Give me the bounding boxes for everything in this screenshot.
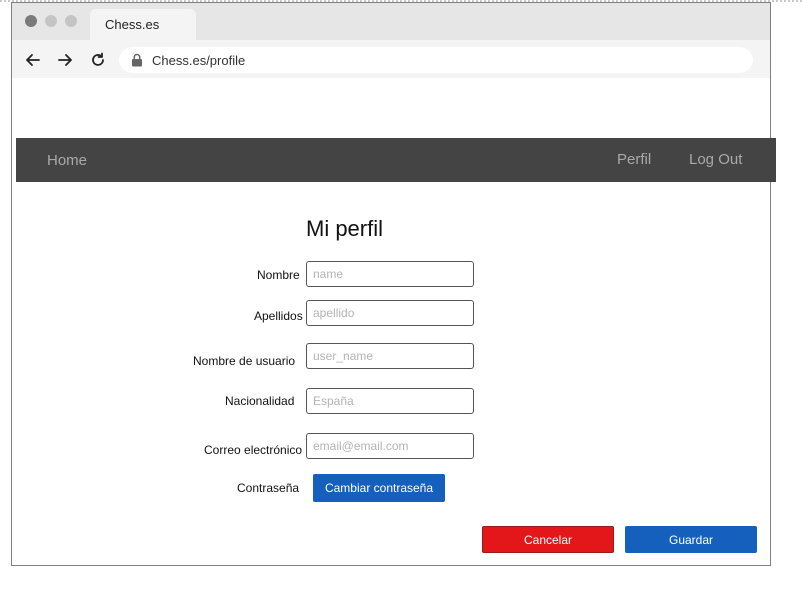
surname-label: Apellidos xyxy=(254,309,303,323)
url-text: Chess.es/profile xyxy=(152,53,246,68)
email-input[interactable] xyxy=(306,433,474,459)
address-bar[interactable]: Chess.es/profile xyxy=(119,47,753,73)
browser-toolbar: Chess.es/profile xyxy=(12,40,770,78)
tab-title: Chess.es xyxy=(105,17,160,32)
page-title: Mi perfil xyxy=(306,216,384,241)
password-label: Contraseña xyxy=(237,481,300,495)
window-minimize-dot[interactable] xyxy=(45,15,57,27)
window-close-dot[interactable] xyxy=(25,15,37,27)
site-navbar: Home Perfil Log Out xyxy=(16,138,776,182)
nav-profile-link[interactable]: Perfil xyxy=(617,151,651,168)
username-label: Nombre de usuario xyxy=(193,354,296,368)
nationality-label: Nacionalidad xyxy=(225,394,295,408)
window-maximize-dot[interactable] xyxy=(65,15,77,27)
lock-icon xyxy=(131,53,143,67)
email-label: Correo electrónico xyxy=(204,443,303,457)
name-label: Nombre xyxy=(257,268,300,282)
save-button[interactable]: Guardar xyxy=(625,526,757,553)
username-input[interactable] xyxy=(306,343,474,369)
browser-tab[interactable]: Chess.es xyxy=(90,9,196,40)
nationality-input[interactable] xyxy=(306,388,474,414)
back-arrow-icon[interactable] xyxy=(24,51,42,69)
nav-logout-link[interactable]: Log Out xyxy=(689,151,742,168)
forward-arrow-icon[interactable] xyxy=(56,51,74,69)
cancel-button[interactable]: Cancelar xyxy=(482,526,614,553)
name-input[interactable] xyxy=(306,261,474,287)
change-password-button[interactable]: Cambiar contraseña xyxy=(313,474,445,502)
surname-input[interactable] xyxy=(306,300,474,326)
reload-icon[interactable] xyxy=(89,51,107,69)
tab-bar: Chess.es xyxy=(12,3,770,40)
nav-home-label: Home xyxy=(47,152,88,169)
nav-home-link[interactable]: Home xyxy=(16,138,132,182)
